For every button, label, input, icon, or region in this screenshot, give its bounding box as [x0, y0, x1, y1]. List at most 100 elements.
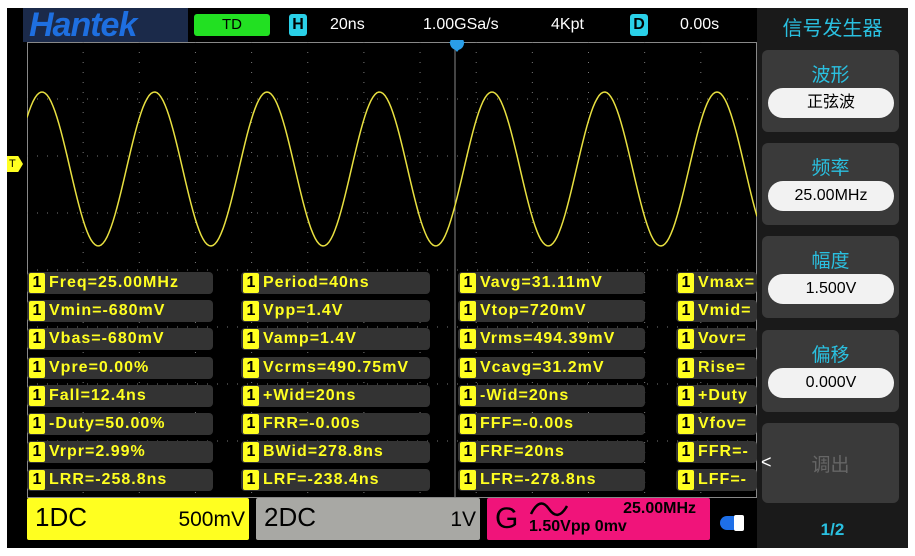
channel1-badge: 1 — [460, 329, 476, 350]
oscilloscope-screen: Hantek TD H 20ns 1.00GSa/s 4Kpt D 0.00s … — [7, 8, 908, 548]
channel1-badge: 1 — [460, 301, 476, 322]
measurement-item: 1 Vovr= — [676, 328, 757, 351]
menu-title: 信号发生器 — [782, 18, 883, 40]
timebase[interactable]: 20ns — [330, 14, 365, 36]
measurement-text: Vfov= — [698, 415, 748, 432]
measurement-text: Vcrms=490.75mV — [263, 358, 410, 376]
channel1-badge: 1 — [678, 385, 694, 406]
measurement-text: Vpre=0.00% — [49, 358, 150, 376]
menu-page-indicator[interactable]: 1/2 — [757, 520, 908, 540]
channel1-badge: 1 — [243, 414, 259, 434]
measurement-text: Vamp=1.4V — [263, 330, 357, 348]
measurement-text: FRF=20ns — [480, 443, 565, 461]
channel2-button[interactable]: 2DC 1V — [256, 498, 480, 540]
menu-frequency[interactable]: 频率 25.00MHz — [762, 143, 899, 225]
measurement-text: Vavg=31.11mV — [480, 274, 603, 291]
channel1-badge: 1 — [678, 470, 694, 491]
measurement-item: 1 Vbas=-680mV — [27, 328, 213, 351]
generator-amplitude-offset: 1.50Vpp 0mv — [529, 518, 627, 535]
measurement-item: 1 FFF=-0.00s — [458, 413, 645, 435]
measurement-text: -Wid=20ns — [480, 386, 570, 404]
measurement-item: 1 Vavg=31.11mV — [458, 272, 645, 294]
measurement-item: 1 Vmax= — [676, 272, 757, 294]
measurement-text: FRR=-0.00s — [263, 415, 361, 432]
measurement-text: LRR=-258.8ns — [49, 471, 168, 489]
measurement-text: Vtop=720mV — [480, 302, 587, 320]
measurement-item: 1 Period=40ns — [241, 272, 430, 294]
channel1-button[interactable]: 1DC 500mV — [27, 498, 249, 540]
waveform-value: 正弦波 — [768, 88, 894, 118]
signal-generator-menu: 信号发生器 波形 正弦波 频率 25.00MHz 幅度 1.500V 偏移 0.000V… — [757, 8, 908, 548]
measurement-text: Vmin=-680mV — [49, 302, 166, 320]
measurement-item: 1 FRR=-0.00s — [241, 413, 430, 435]
measurement-item: 1 Fall=12.4ns — [27, 384, 213, 407]
measurement-item: 1 +Wid=20ns — [241, 384, 430, 407]
sine-wave-icon — [529, 502, 569, 516]
amplitude-value: 1.500V — [768, 274, 894, 304]
offset-value: 0.000V — [768, 368, 894, 398]
measurement-item: 1 Freq=25.00MHz — [27, 272, 213, 294]
channel1-badge: 1 — [29, 442, 45, 463]
measurement-text: Period=40ns — [263, 274, 370, 291]
delay-icon: D — [630, 14, 648, 36]
channel1-badge: 1 — [243, 273, 259, 293]
measurement-item: 1 Vamp=1.4V — [241, 328, 430, 351]
frequency-label: 频率 — [811, 158, 850, 179]
channel1-badge: 1 — [460, 385, 476, 406]
back-arrow-icon[interactable]: < — [761, 452, 772, 473]
channel1-badge: 1 — [243, 385, 259, 406]
usb-status-icon — [720, 515, 744, 531]
channel1-badge: 1 — [460, 442, 476, 463]
generator-label: G — [495, 502, 519, 535]
menu-recall[interactable]: 调出 — [762, 423, 899, 503]
waveform-label: 波形 — [811, 65, 850, 86]
measurement-item: 1 LRF=-238.4ns — [241, 469, 430, 492]
offset-label: 偏移 — [811, 345, 850, 366]
measurement-item: 1 Rise= — [676, 356, 757, 379]
channel1-badge: 1 — [460, 273, 476, 293]
channel1-badge: 1 — [460, 414, 476, 434]
measurement-text: Fall=12.4ns — [49, 386, 147, 404]
menu-amplitude[interactable]: 幅度 1.500V — [762, 236, 899, 318]
frequency-value: 25.00MHz — [768, 181, 894, 211]
channel1-badge: 1 — [243, 329, 259, 350]
measurement-text: LRF=-238.4ns — [263, 471, 380, 489]
menu-waveform[interactable]: 波形 正弦波 — [762, 50, 899, 132]
ch1-coupling: 1DC — [35, 502, 88, 532]
channel1-badge: 1 — [678, 329, 694, 350]
trigger-position-icon[interactable] — [447, 40, 467, 54]
measurement-text: +Wid=20ns — [263, 386, 357, 404]
measurement-text: BWid=278.8ns — [263, 443, 384, 461]
generator-frequency: 25.00MHz — [623, 500, 696, 517]
ch2-scale: 1V — [450, 508, 476, 531]
measurement-text: Vrms=494.39mV — [480, 330, 616, 348]
channel1-badge: 1 — [29, 385, 45, 406]
measurement-item: 1 Vtop=720mV — [458, 300, 645, 323]
measurement-text: +Duty — [698, 386, 748, 404]
measurement-text: Vbas=-680mV — [49, 330, 165, 348]
horizontal-icon: H — [289, 14, 307, 36]
channel1-badge: 1 — [460, 357, 476, 378]
measurement-item: 1 BWid=278.8ns — [241, 441, 430, 464]
channel1-badge: 1 — [243, 442, 259, 463]
delay-value[interactable]: 0.00s — [680, 14, 719, 36]
menu-offset[interactable]: 偏移 0.000V — [762, 330, 899, 412]
channel1-badge: 1 — [243, 301, 259, 322]
measurement-item: 1 Vfov= — [676, 413, 757, 435]
recall-label: 调出 — [811, 455, 850, 476]
amplitude-label: 幅度 — [811, 251, 850, 272]
generator-button[interactable]: G 25.00MHz 1.50Vpp 0mv — [487, 498, 710, 540]
measurement-item: 1 Vcrms=490.75mV — [241, 356, 430, 379]
measurement-text: Vmax= — [698, 274, 756, 291]
measurement-item: 1 LRR=-258.8ns — [27, 469, 213, 492]
channel1-badge: 1 — [678, 301, 694, 322]
channel1-badge: 1 — [678, 442, 694, 463]
trigger-mode-badge[interactable]: TD — [194, 14, 270, 36]
measurement-item: 1 Vcavg=31.2mV — [458, 356, 645, 379]
measurement-item: 1 Vmin=-680mV — [27, 300, 213, 323]
measurement-text: LFF=- — [698, 471, 747, 489]
channel1-badge: 1 — [678, 414, 694, 434]
channel1-badge: 1 — [243, 357, 259, 378]
trigger-level-marker[interactable]: T — [7, 156, 23, 172]
measurement-item: 1 Vrms=494.39mV — [458, 328, 645, 351]
